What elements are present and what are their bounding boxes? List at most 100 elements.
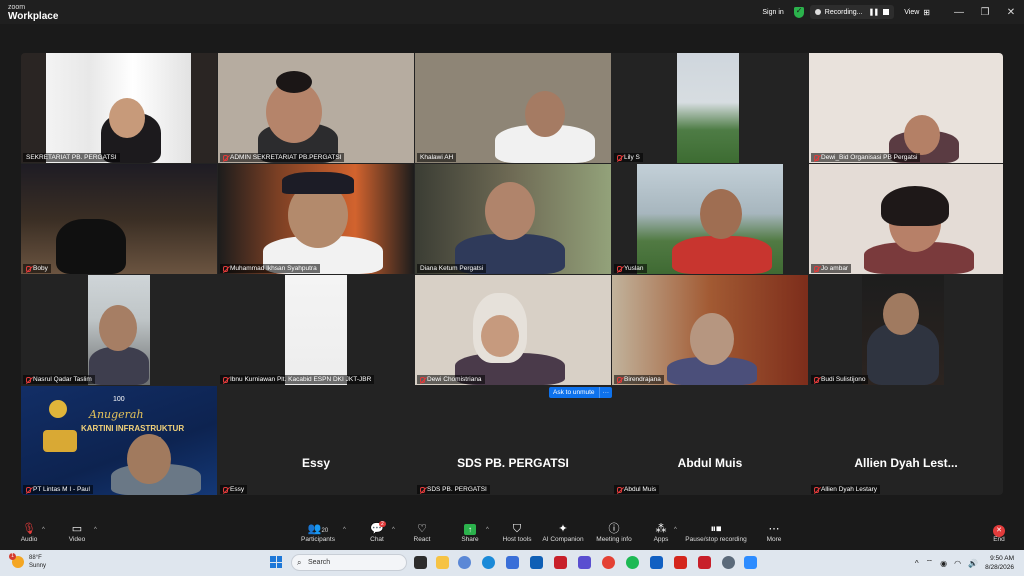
mcafee-icon[interactable] — [554, 556, 567, 569]
app-icon[interactable] — [578, 556, 591, 569]
participant-tile[interactable]: Dewi Chomistriana — [415, 275, 611, 385]
video-camera-icon: ▭ — [71, 523, 83, 535]
weather-condition: Sunny — [29, 563, 47, 569]
restore-icon[interactable]: ❐ — [972, 7, 998, 18]
pause-recording-icon[interactable]: ❚❚ — [869, 8, 880, 16]
close-icon[interactable]: ✕ — [998, 7, 1024, 18]
active-speaker-tile[interactable]: Diana Ketum Pergatsi — [415, 164, 611, 274]
participant-face — [525, 91, 565, 137]
edge-browser-icon[interactable] — [482, 556, 495, 569]
participant-tile[interactable]: Nasrul Qadar Taslim — [21, 275, 217, 385]
participant-face — [690, 313, 734, 365]
tile-more-options-button[interactable]: ··· — [598, 387, 613, 398]
muted-mic-icon — [814, 486, 819, 493]
stop-recording-icon[interactable] — [883, 9, 890, 15]
participant-tile[interactable]: Allien Dyah Lest... Allien Dyah Lestary — [809, 386, 1003, 495]
audio-button[interactable]: 🎙 Audio — [16, 522, 42, 543]
participants-options-chevron-icon[interactable]: ^ — [343, 527, 346, 533]
participant-name-tag: Boby — [23, 264, 51, 273]
participant-figure — [89, 347, 149, 385]
audio-options-chevron-icon[interactable]: ^ — [42, 527, 45, 533]
network-icon[interactable]: ⌔ — [926, 558, 934, 568]
react-button[interactable]: ♡ React — [410, 522, 434, 543]
end-meeting-button[interactable]: ✕ End — [988, 522, 1010, 543]
taskbar-search-box[interactable]: ⌕ Search — [291, 554, 407, 571]
participant-tile[interactable]: SEKRETARIAT PB. PERGATSI — [21, 53, 217, 163]
participant-tile[interactable]: Budi Sulistijono — [809, 275, 1003, 385]
participants-count: 20 — [321, 528, 329, 534]
host-tools-button[interactable]: ⛉ Host tools — [500, 522, 534, 543]
view-button[interactable]: View ⊞ — [904, 8, 930, 17]
participant-name-tag: Birendrajana — [614, 375, 664, 384]
participant-face — [127, 434, 171, 484]
chat-label: Chat — [370, 536, 384, 543]
participant-tile[interactable]: Khalawi AH — [415, 53, 611, 163]
video-options-chevron-icon[interactable]: ^ — [94, 527, 97, 533]
chat-button[interactable]: 💬 2 Chat — [366, 521, 388, 543]
participant-tile[interactable]: 100 Anugerah KARTINI INFRASTRUKTUR 20 PT… — [21, 386, 217, 495]
apps-options-chevron-icon[interactable]: ^ — [674, 527, 677, 533]
banner-logo: 100 — [113, 396, 125, 403]
participants-button[interactable]: 👥20 Participants — [298, 522, 338, 543]
participant-tile[interactable]: Essy Essy — [218, 386, 414, 495]
chat-options-chevron-icon[interactable]: ^ — [392, 527, 395, 533]
meeting-info-button[interactable]: ⓘ Meeting info — [593, 522, 635, 543]
task-view-icon[interactable] — [414, 556, 427, 569]
app-icon[interactable] — [530, 556, 543, 569]
participant-name-tag: Ibnu Kurniawan Plt. Kacabid ESPN DKI JKT… — [220, 375, 375, 384]
participant-tile[interactable]: SDS PB. PERGATSI SDS PB. PERGATSI — [415, 386, 611, 495]
participant-tile[interactable]: Boby — [21, 164, 217, 274]
encryption-shield-icon[interactable] — [793, 6, 804, 18]
participant-tile[interactable]: Jo ambar — [809, 164, 1003, 274]
settings-gear-icon[interactable] — [722, 556, 735, 569]
participant-name-tag: Khalawi AH — [417, 153, 457, 162]
participant-tile[interactable]: Muhammad Ikhsan Syahputra — [218, 164, 414, 274]
weather-widget[interactable]: 1 88°F Sunny — [9, 553, 47, 570]
participant-name-tag: Muhammad Ikhsan Syahputra — [220, 264, 320, 273]
recording-indicator[interactable]: Recording... ❚❚ — [809, 5, 895, 19]
share-button[interactable]: ↑ Share — [458, 522, 482, 543]
weather-badge: 1 — [9, 553, 16, 560]
audio-label: Audio — [20, 536, 38, 543]
volume-icon[interactable]: 🔊 — [968, 559, 978, 568]
participant-tile[interactable]: ADMIN SEKRETARIAT PB.PERGATSI — [218, 53, 414, 163]
chrome-icon[interactable] — [602, 556, 615, 569]
apps-icon: ⁂ — [655, 523, 667, 535]
participant-face — [481, 315, 519, 357]
outlook-icon[interactable] — [650, 556, 663, 569]
mcafee-icon[interactable] — [698, 556, 711, 569]
muted-mic-icon — [617, 486, 622, 493]
minimize-icon[interactable]: — — [946, 7, 972, 18]
sunny-weather-icon: 1 — [9, 553, 24, 568]
acrobat-icon[interactable] — [674, 556, 687, 569]
wifi-icon[interactable]: ◠ — [954, 559, 961, 568]
participant-tile[interactable]: Abdul Muis Abdul Muis — [612, 386, 808, 495]
participant-display-name: Essy — [301, 456, 331, 470]
clock-time: 9:50 AM — [990, 555, 1014, 562]
apps-button[interactable]: ⁂ Apps — [650, 522, 672, 543]
participant-tile[interactable]: Birendrajana — [612, 275, 808, 385]
app-icon[interactable] — [458, 556, 471, 569]
ai-companion-button[interactable]: ✦ AI Companion — [540, 522, 586, 543]
share-options-chevron-icon[interactable]: ^ — [486, 527, 489, 533]
more-button[interactable]: ⋯ More — [762, 522, 786, 543]
taskbar-clock[interactable]: 9:50 AM 8/28/2026 — [985, 554, 1014, 572]
participant-tile[interactable]: Yuslan — [612, 164, 808, 274]
sign-in-link[interactable]: Sign in — [762, 9, 783, 16]
pause-stop-recording-button[interactable]: ⏸⏹ Pause/stop recording — [684, 522, 748, 543]
tray-chevron-icon[interactable]: ^ — [915, 559, 919, 568]
file-explorer-icon[interactable] — [436, 556, 449, 569]
pause-stop-label: Pause/stop recording — [685, 536, 747, 543]
spotify-icon[interactable] — [626, 556, 639, 569]
participant-tile[interactable]: Ibnu Kurniawan Plt. Kacabid ESPN DKI JKT… — [218, 275, 414, 385]
participant-tile[interactable]: Dewi_Bid Organisasi PB Pergatsi — [809, 53, 1003, 163]
title-bar: zoom Workplace Sign in Recording... ❚❚ V… — [0, 0, 1024, 24]
ask-to-unmute-button[interactable]: Ask to unmute — [549, 387, 599, 398]
participant-tile[interactable]: Lily S — [612, 53, 808, 163]
zoom-app-icon[interactable] — [744, 556, 757, 569]
windows-start-icon[interactable] — [270, 556, 282, 568]
app-tray-icon[interactable]: ◉ — [940, 559, 947, 568]
video-button[interactable]: ▭ Video — [64, 522, 90, 543]
info-icon: ⓘ — [608, 523, 620, 535]
store-icon[interactable] — [506, 556, 519, 569]
